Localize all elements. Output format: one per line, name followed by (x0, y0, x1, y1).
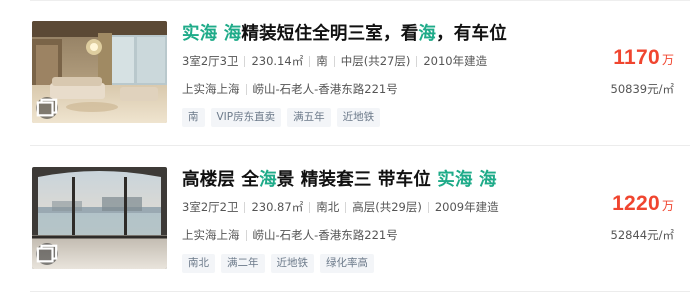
spec-layout: 3室2厅2卫 (182, 200, 239, 214)
tag: 近地铁 (270, 254, 314, 273)
separator (245, 229, 247, 241)
gallery-icon[interactable] (36, 243, 58, 265)
tag: 满二年 (221, 254, 265, 273)
listing-tags: 南 VIP房东直卖 满五年 近地铁 (182, 108, 381, 127)
tag: 南北 (182, 254, 215, 273)
tag: 南 (182, 108, 205, 127)
listing-specs: 3室2厅2卫 230.87㎡ 南北 高层(共29层) 2009年建造 (182, 199, 499, 215)
spec-area: 230.87㎡ (251, 200, 304, 214)
title-text: ，有车位 (436, 24, 507, 44)
price-unit: 万 (661, 199, 674, 213)
total-price: 1220 万 (612, 192, 674, 216)
title-text: 高楼层 全 (182, 170, 260, 190)
title-keyword: 海 (418, 24, 437, 44)
tag: 绿化率高 (320, 254, 374, 273)
gallery-icon[interactable] (36, 97, 58, 119)
title-text: 精装短住全明三室，看 (241, 24, 419, 44)
separator (427, 201, 429, 213)
separator (309, 201, 311, 213)
spec-year: 2009年建造 (434, 200, 499, 214)
bottom-rule (30, 291, 690, 292)
address-text: 崂山-石老人-香港东路221号 (252, 82, 398, 96)
listing-specs: 3室2厅3卫 230.14㎡ 南 中层(共27层) 2010年建造 (182, 53, 487, 69)
title-keyword: 实海 海 (437, 170, 497, 190)
separator (245, 83, 247, 95)
listing-photo[interactable] (32, 167, 167, 269)
spec-orientation: 南 (316, 54, 328, 68)
title-keyword: 海 (259, 170, 277, 190)
spec-layout: 3室2厅3卫 (182, 54, 239, 68)
unit-price: 50839元/㎡ (610, 82, 674, 96)
listing-card[interactable]: 实海 海精装短住全明三室，看海，有车位 3室2厅3卫 230.14㎡ 南 中层(… (0, 0, 700, 145)
price-value: 1220 (612, 192, 660, 215)
separator (416, 55, 418, 67)
tag: VIP房东直卖 (210, 108, 282, 127)
separator (333, 55, 335, 67)
separator (345, 201, 347, 213)
unit-price: 52844元/㎡ (610, 228, 674, 242)
listing-location: 上实海上海 崂山-石老人-香港东路221号 (182, 81, 398, 97)
listing-photo[interactable] (32, 21, 167, 123)
title-keyword: 实海 海 (182, 24, 242, 44)
listing-location: 上实海上海 崂山-石老人-香港东路221号 (182, 227, 398, 243)
price-value: 1170 (613, 46, 660, 69)
separator (244, 55, 246, 67)
price-unit: 万 (661, 53, 674, 67)
spec-orientation: 南北 (316, 200, 340, 214)
spec-floor: 中层(共27层) (340, 54, 411, 68)
separator (309, 55, 311, 67)
community-link[interactable]: 上实海上海 (182, 81, 240, 97)
separator (244, 201, 246, 213)
listing-title[interactable]: 实海 海精装短住全明三室，看海，有车位 (182, 20, 507, 45)
listing-card[interactable]: 高楼层 全海景 精装套三 带车位 实海 海 3室2厅2卫 230.87㎡ 南北 … (0, 146, 700, 291)
spec-year: 2010年建造 (423, 54, 488, 68)
total-price: 1170 万 (613, 46, 674, 70)
listing-tags: 南北 满二年 近地铁 绿化率高 (182, 254, 374, 273)
title-text: 景 精装套三 带车位 (276, 170, 438, 190)
listing-title[interactable]: 高楼层 全海景 精装套三 带车位 实海 海 (182, 166, 497, 191)
address-text: 崂山-石老人-香港东路221号 (252, 228, 398, 242)
spec-floor: 高层(共29层) (352, 200, 422, 214)
community-link[interactable]: 上实海上海 (182, 227, 240, 243)
tag: 满五年 (287, 108, 331, 127)
tag: 近地铁 (336, 108, 381, 127)
spec-area: 230.14㎡ (251, 54, 304, 68)
